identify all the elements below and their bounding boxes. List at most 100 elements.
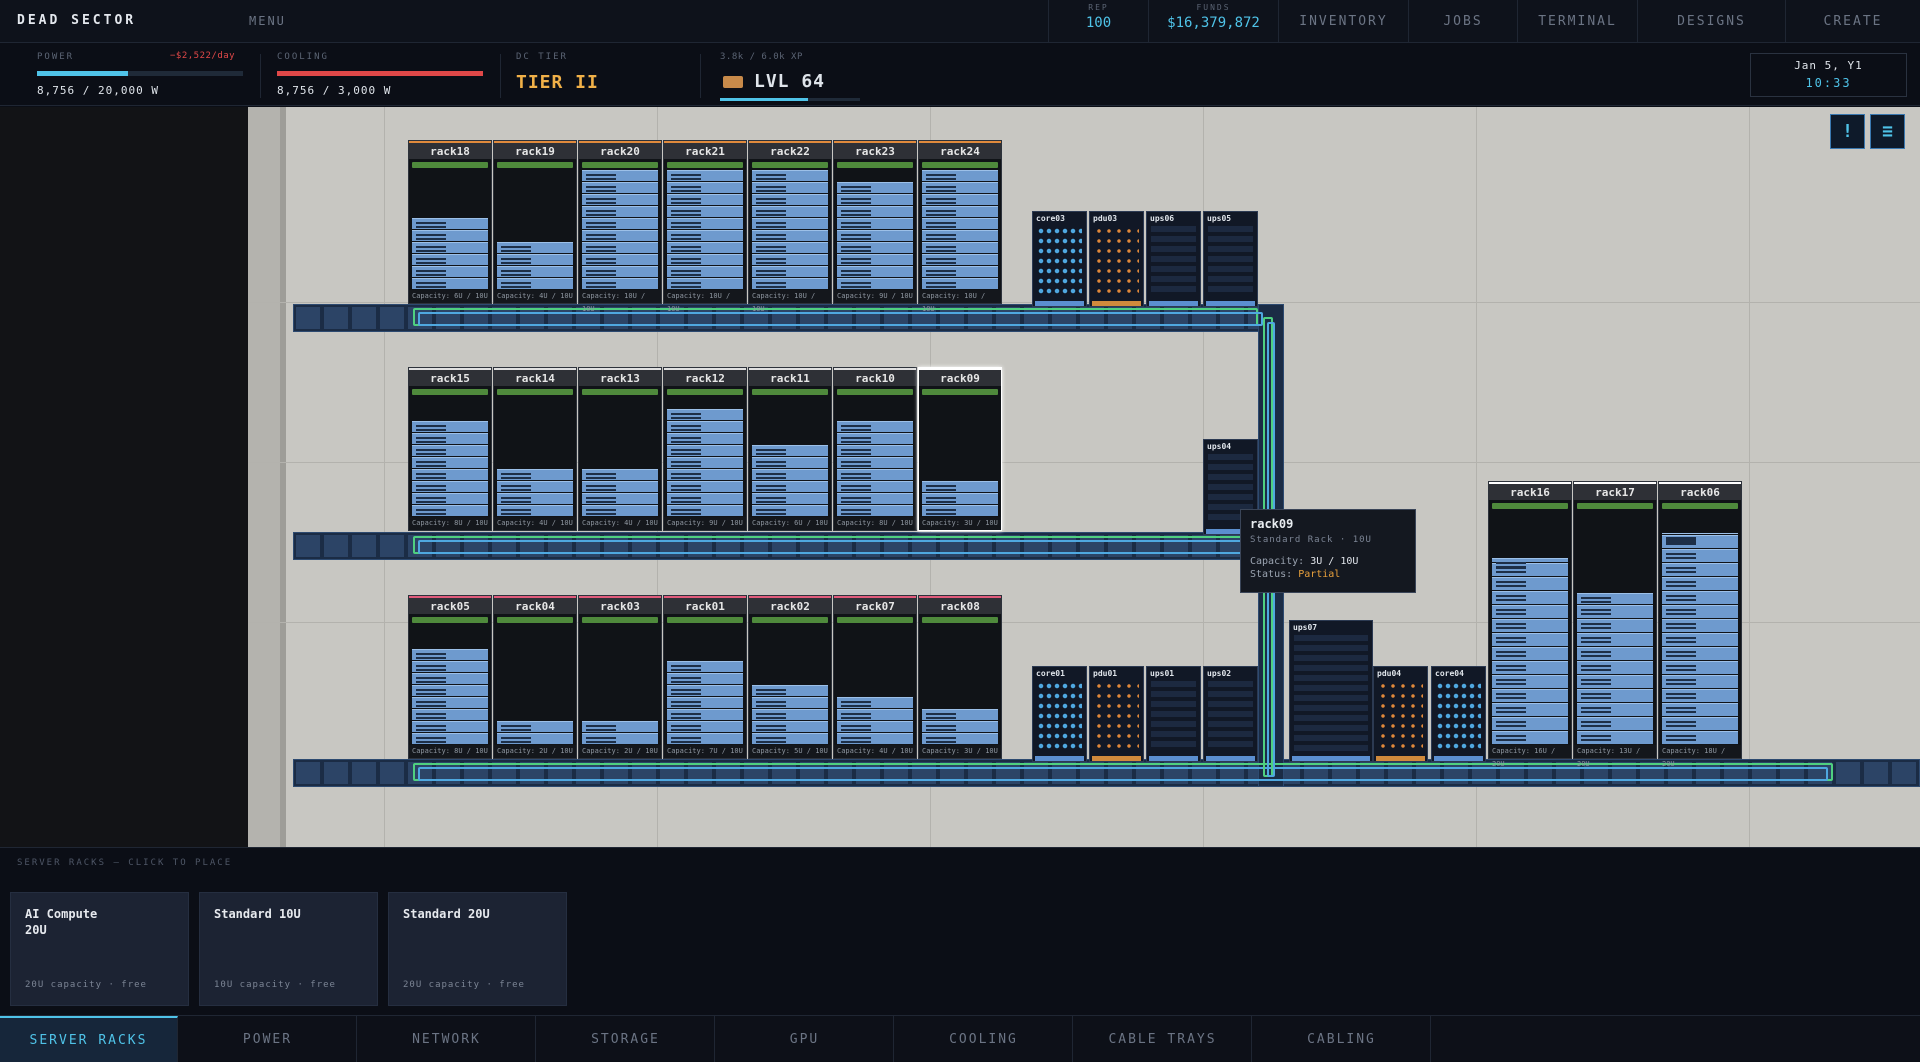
- server-unit[interactable]: [582, 242, 658, 253]
- rack-rack10[interactable]: rack10 Capacity: 8U / 10U: [833, 367, 917, 531]
- server-unit[interactable]: [412, 733, 488, 744]
- server-unit[interactable]: [497, 278, 573, 289]
- server-unit[interactable]: [752, 242, 828, 253]
- rack-rack17[interactable]: rack17 Capacity: 13U / 20U: [1573, 481, 1657, 768]
- rack-rack08[interactable]: rack08 Capacity: 3U / 10U: [918, 595, 1002, 759]
- server-unit[interactable]: [582, 481, 658, 492]
- server-unit[interactable]: [752, 685, 828, 696]
- server-unit[interactable]: [667, 709, 743, 720]
- server-unit[interactable]: [667, 661, 743, 672]
- server-unit[interactable]: [412, 457, 488, 468]
- nav-inventory[interactable]: INVENTORY: [1278, 0, 1408, 43]
- server-unit[interactable]: [837, 697, 913, 708]
- tab-storage[interactable]: STORAGE: [537, 1016, 715, 1062]
- rack-rack24[interactable]: rack24 Capacity: 10U / 10U: [918, 140, 1002, 313]
- server-unit[interactable]: [412, 685, 488, 696]
- nav-terminal[interactable]: TERMINAL: [1517, 0, 1637, 43]
- server-unit[interactable]: [1577, 675, 1653, 688]
- server-unit[interactable]: [667, 493, 743, 504]
- server-unit[interactable]: [1577, 633, 1653, 646]
- server-unit[interactable]: [497, 242, 573, 253]
- server-unit[interactable]: [667, 445, 743, 456]
- server-unit[interactable]: [837, 230, 913, 241]
- server-unit[interactable]: [497, 733, 573, 744]
- server-unit[interactable]: [837, 433, 913, 444]
- rack-rack01[interactable]: rack01 Capacity: 7U / 10U: [663, 595, 747, 759]
- server-unit[interactable]: [582, 194, 658, 205]
- nav-create[interactable]: CREATE: [1785, 0, 1920, 43]
- device-ups06[interactable]: ups06: [1146, 211, 1201, 307]
- server-unit[interactable]: [837, 182, 913, 193]
- alert-button[interactable]: !: [1830, 114, 1865, 149]
- server-unit[interactable]: [1492, 661, 1568, 674]
- server-unit[interactable]: [922, 254, 998, 265]
- server-unit[interactable]: [412, 673, 488, 684]
- server-unit[interactable]: [412, 242, 488, 253]
- server-unit[interactable]: [667, 481, 743, 492]
- server-unit[interactable]: [667, 254, 743, 265]
- server-unit[interactable]: [837, 254, 913, 265]
- server-unit[interactable]: [922, 194, 998, 205]
- server-unit[interactable]: [1492, 731, 1568, 744]
- device-pdu04[interactable]: pdu04: [1373, 666, 1428, 762]
- server-unit[interactable]: [412, 493, 488, 504]
- server-unit[interactable]: [752, 266, 828, 277]
- rack-rack16[interactable]: rack16 Capacity: 16U / 20U: [1488, 481, 1572, 768]
- server-unit[interactable]: [1577, 647, 1653, 660]
- server-unit[interactable]: [752, 182, 828, 193]
- server-unit[interactable]: [1662, 675, 1738, 688]
- rack-rack11[interactable]: rack11 Capacity: 6U / 10U: [748, 367, 832, 531]
- server-unit[interactable]: [922, 218, 998, 229]
- server-unit[interactable]: [837, 709, 913, 720]
- server-unit[interactable]: [667, 457, 743, 468]
- server-unit[interactable]: [667, 733, 743, 744]
- server-unit[interactable]: [1577, 661, 1653, 674]
- server-unit[interactable]: [752, 709, 828, 720]
- server-unit[interactable]: [837, 469, 913, 480]
- server-unit[interactable]: [497, 469, 573, 480]
- device-core04[interactable]: core04: [1431, 666, 1486, 762]
- server-unit[interactable]: [1662, 533, 1738, 539]
- rack-rack13[interactable]: rack13 Capacity: 4U / 10U: [578, 367, 662, 531]
- rack-rack04[interactable]: rack04 Capacity: 2U / 10U: [493, 595, 577, 759]
- rack-rack09[interactable]: rack09 Capacity: 3U / 10U: [918, 367, 1002, 531]
- server-unit[interactable]: [497, 254, 573, 265]
- palette-card-standard-20u[interactable]: Standard 20U 20U capacity · free: [388, 892, 567, 1006]
- server-unit[interactable]: [582, 278, 658, 289]
- server-unit[interactable]: [1662, 577, 1738, 590]
- list-button[interactable]: ≡: [1870, 114, 1905, 149]
- server-unit[interactable]: [922, 170, 998, 181]
- rack-rack21[interactable]: rack21 Capacity: 10U / 10U: [663, 140, 747, 313]
- server-unit[interactable]: [667, 409, 743, 420]
- server-unit[interactable]: [837, 493, 913, 504]
- server-unit[interactable]: [582, 230, 658, 241]
- server-unit[interactable]: [667, 278, 743, 289]
- server-unit[interactable]: [752, 733, 828, 744]
- server-unit[interactable]: [1577, 731, 1653, 744]
- server-unit[interactable]: [752, 254, 828, 265]
- server-unit[interactable]: [752, 721, 828, 732]
- rack-rack06[interactable]: rack06 Capacity: 18U / 20U: [1658, 481, 1742, 768]
- server-unit[interactable]: [837, 733, 913, 744]
- server-unit[interactable]: [752, 194, 828, 205]
- server-unit[interactable]: [667, 194, 743, 205]
- rack-rack22[interactable]: rack22 Capacity: 10U / 10U: [748, 140, 832, 313]
- rack-rack15[interactable]: rack15 Capacity: 8U / 10U: [408, 367, 492, 531]
- server-unit[interactable]: [667, 242, 743, 253]
- server-unit[interactable]: [1662, 563, 1738, 576]
- server-unit[interactable]: [667, 206, 743, 217]
- server-unit[interactable]: [922, 266, 998, 277]
- server-unit[interactable]: [1577, 689, 1653, 702]
- server-unit[interactable]: [752, 505, 828, 516]
- server-unit[interactable]: [922, 278, 998, 289]
- server-unit[interactable]: [412, 505, 488, 516]
- rack-rack07[interactable]: rack07 Capacity: 4U / 10U: [833, 595, 917, 759]
- server-unit[interactable]: [497, 493, 573, 504]
- nav-designs[interactable]: DESIGNS: [1637, 0, 1785, 43]
- server-unit[interactable]: [497, 481, 573, 492]
- tab-server-racks[interactable]: SERVER RACKS: [0, 1016, 178, 1062]
- server-unit[interactable]: [1492, 619, 1568, 632]
- device-ups02[interactable]: ups02: [1203, 666, 1258, 762]
- server-unit[interactable]: [1662, 717, 1738, 730]
- server-unit[interactable]: [922, 493, 998, 504]
